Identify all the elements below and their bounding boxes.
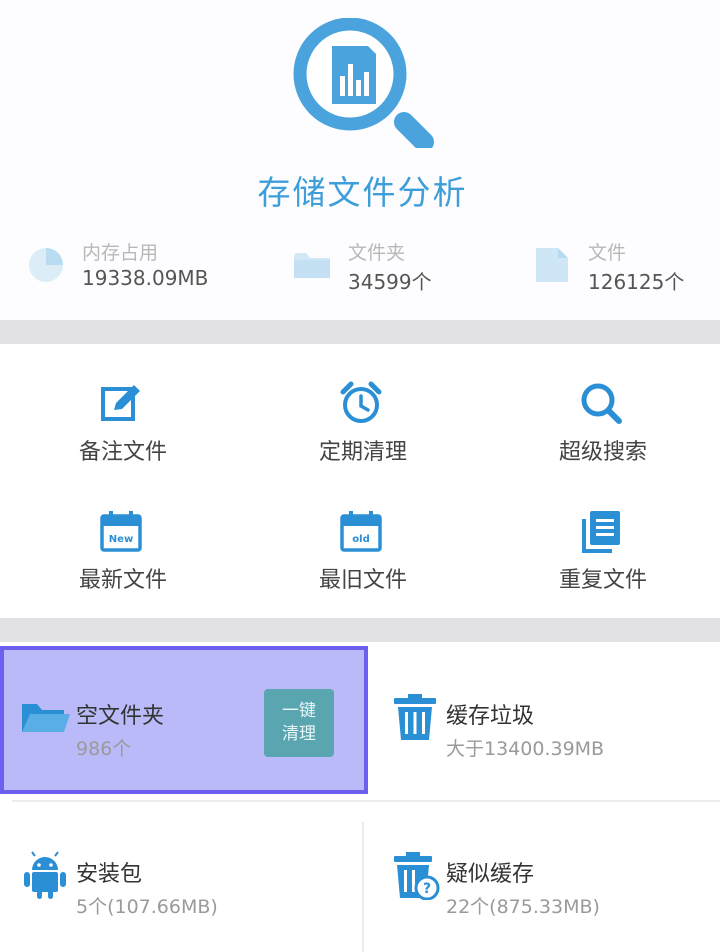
one-click-clean-button[interactable]: 一键 清理 [264,689,334,757]
duplicate-files-icon [582,511,620,553]
svg-text:?: ? [423,881,431,897]
feature-grid: 备注文件 定期清理 超级搜索 New 最新文件 old 最旧文件 重复文件 [0,344,720,618]
calendar-new-icon: New [100,511,142,552]
stat-label: 文件 [588,242,627,264]
tool-name: 安装包 [76,862,143,887]
section-divider [0,320,720,344]
stat-memory: 内存占用 19338.09MB [26,232,246,292]
tools-divider [362,822,364,952]
trash-icon [394,694,436,740]
trash-question-icon: ? [394,852,440,900]
page-title: 存储文件分析 [257,173,468,212]
grid-item-label: 备注文件 [78,440,167,465]
stat-value: 19338.09MB [82,266,209,290]
grid-item-newest-files[interactable]: New 最新文件 [0,472,240,600]
grid-item-notes[interactable]: 备注文件 [0,344,240,472]
open-folder-icon [22,704,70,732]
stat-value: 126125个 [588,270,685,294]
stat-label: 文件夹 [348,242,406,264]
calendar-old-icon: old [340,511,382,552]
tool-suspected-cache[interactable]: ? 疑似缓存 22个(875.33MB) [370,808,720,948]
stat-value: 34599个 [348,270,432,294]
calendar-badge: old [352,534,369,545]
tool-subtitle: 5个(107.66MB) [76,896,218,918]
grid-item-super-search[interactable]: 超级搜索 [480,344,720,472]
file-icon [536,248,568,282]
tool-subtitle: 986个 [76,738,132,760]
stat-files: 文件 126125个 [532,232,712,294]
grid-item-duplicate-files[interactable]: 重复文件 [480,472,720,600]
edit-note-icon [101,385,140,421]
tool-cache-junk[interactable]: 缓存垃圾 大于13400.39MB [370,650,720,790]
android-icon [24,851,66,899]
stat-label: 内存占用 [82,242,159,264]
alarm-clock-icon [340,381,382,423]
tool-install-packages[interactable]: 安装包 5个(107.66MB) [0,808,362,948]
tool-name: 空文件夹 [76,704,165,729]
search-icon [581,383,622,424]
grid-item-label: 定期清理 [318,440,407,465]
grid-item-label: 最新文件 [78,568,167,593]
stat-folders: 文件夹 34599个 [292,232,492,294]
analysis-header: 存储文件分析 内存占用 19338.09MB 文件夹 34599个 文件 126… [0,0,720,320]
pie-chart-icon [29,248,63,282]
grid-item-label: 重复文件 [558,568,647,593]
grid-item-label: 最旧文件 [318,568,407,593]
grid-item-oldest-files[interactable]: old 最旧文件 [240,472,480,600]
folder-icon [294,253,330,278]
grid-item-label: 超级搜索 [558,440,647,465]
tool-name: 缓存垃圾 [446,704,535,729]
grid-item-scheduled-clean[interactable]: 定期清理 [240,344,480,472]
tool-name: 疑似缓存 [446,862,535,887]
tool-subtitle: 大于13400.39MB [446,738,605,760]
tools-divider [12,800,720,802]
storage-search-logo-icon [293,18,434,148]
calendar-badge: New [109,534,133,545]
section-divider [0,618,720,642]
tool-subtitle: 22个(875.33MB) [446,896,600,918]
